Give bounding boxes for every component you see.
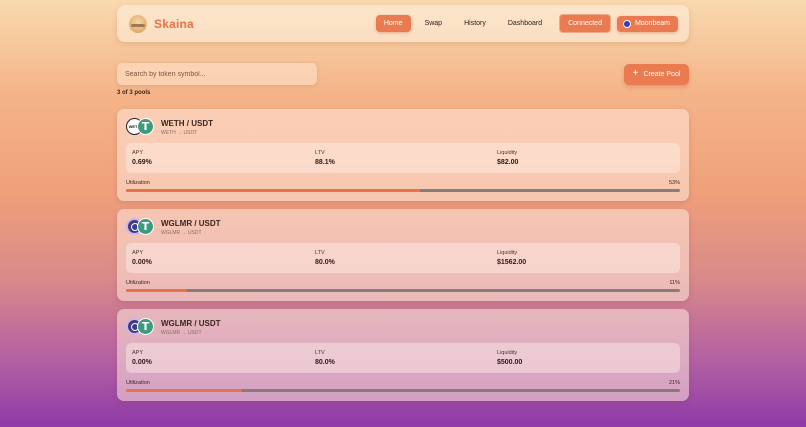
utilization-bar-fill (126, 389, 243, 392)
nav-links: Home Swap History Dashboard Connected Mo… (375, 14, 678, 33)
usdt-token-icon: T (137, 118, 154, 135)
ltv-label: LTV (315, 250, 325, 256)
utilization-bar-fill (126, 289, 187, 292)
skaina-logo-icon (129, 14, 147, 33)
pool-card[interactable]: WETH T WETH / USDT WETH → USDT APY 0.69% … (117, 109, 689, 201)
pool-name: WETH / USDT (161, 118, 213, 128)
utilization-percent: 53% (668, 180, 680, 186)
liquidity-value: $500.00 (497, 359, 523, 366)
pool-stats: APY 0.69% LTV 88.1% Liquidity $82.00 (126, 143, 680, 173)
pool-name: WGLMR / USDT (161, 218, 221, 228)
pool-name: WGLMR / USDT (161, 318, 221, 328)
apy-label: APY (132, 150, 144, 156)
ltv-label: LTV (315, 150, 325, 156)
apy-value: 0.00% (132, 259, 152, 266)
top-nav-bar: Skaina Home Swap History Dashboard Conne… (117, 5, 689, 42)
utilization-bar-fill (126, 189, 420, 192)
nav-history[interactable]: History (456, 15, 494, 32)
ltv-value: 88.1% (315, 159, 335, 166)
utilization-bar (126, 289, 680, 292)
pool-card[interactable]: T WGLMR / USDT WGLMR → USDT APY 0.00% LTV… (117, 309, 689, 401)
usdt-token-icon: T (137, 218, 154, 235)
pool-stats: APY 0.00% LTV 80.0% Liquidity $1562.00 (126, 243, 680, 273)
plus-icon: + (632, 68, 639, 79)
pool-header: T WGLMR / USDT WGLMR → USDT (126, 218, 221, 236)
pool-route: WETH → USDT (161, 129, 198, 136)
liquidity-label: Liquidity (497, 350, 518, 356)
token-pair-icons: T (126, 318, 156, 336)
nav-swap[interactable]: Swap (417, 15, 451, 32)
ltv-value: 80.0% (315, 259, 335, 266)
nav-dashboard[interactable]: Dashboard (500, 15, 550, 32)
create-pool-label: Create Pool (643, 71, 681, 78)
pool-header: T WGLMR / USDT WGLMR → USDT (126, 318, 221, 336)
pool-stats: APY 0.00% LTV 80.0% Liquidity $500.00 (126, 343, 680, 373)
pool-route: WGLMR → USDT (161, 329, 202, 336)
create-pool-button[interactable]: + Create Pool (624, 64, 689, 85)
utilization-percent: 11% (669, 280, 680, 286)
moonbeam-network-icon (622, 19, 631, 28)
network-selector-button[interactable]: Moonbeam (616, 15, 678, 32)
pool-count: 3 of 3 pools (117, 90, 151, 96)
pool-card[interactable]: T WGLMR / USDT WGLMR → USDT APY 0.00% LTV… (117, 209, 689, 301)
utilization-bar (126, 389, 680, 392)
pool-header: WETH T WETH / USDT WETH → USDT (126, 118, 213, 136)
liquidity-value: $82.00 (497, 159, 519, 166)
ltv-value: 80.0% (315, 359, 335, 366)
apy-label: APY (132, 350, 144, 356)
brand[interactable]: Skaina (129, 14, 194, 33)
search-input[interactable] (117, 63, 317, 85)
usdt-token-icon: T (137, 318, 154, 335)
token-pair-icons: WETH T (126, 118, 156, 136)
apy-value: 0.69% (132, 159, 152, 166)
ltv-label: LTV (315, 350, 325, 356)
liquidity-label: Liquidity (497, 250, 518, 256)
utilization-percent: 21% (668, 380, 680, 386)
utilization-label: Utilization (126, 380, 150, 386)
utilization-label: Utilization (126, 180, 150, 186)
apy-value: 0.00% (132, 359, 152, 366)
token-pair-icons: T (126, 218, 156, 236)
apy-label: APY (132, 250, 144, 256)
liquidity-value: $1562.00 (497, 259, 527, 266)
brand-name: Skaina (154, 16, 194, 31)
network-label: Moonbeam (634, 20, 670, 27)
pool-route: WGLMR → USDT (161, 229, 202, 236)
wallet-connected-button[interactable]: Connected (559, 14, 611, 33)
utilization-bar (126, 189, 680, 192)
nav-home[interactable]: Home (375, 15, 411, 32)
utilization-label: Utilization (126, 280, 150, 286)
liquidity-label: Liquidity (497, 150, 518, 156)
